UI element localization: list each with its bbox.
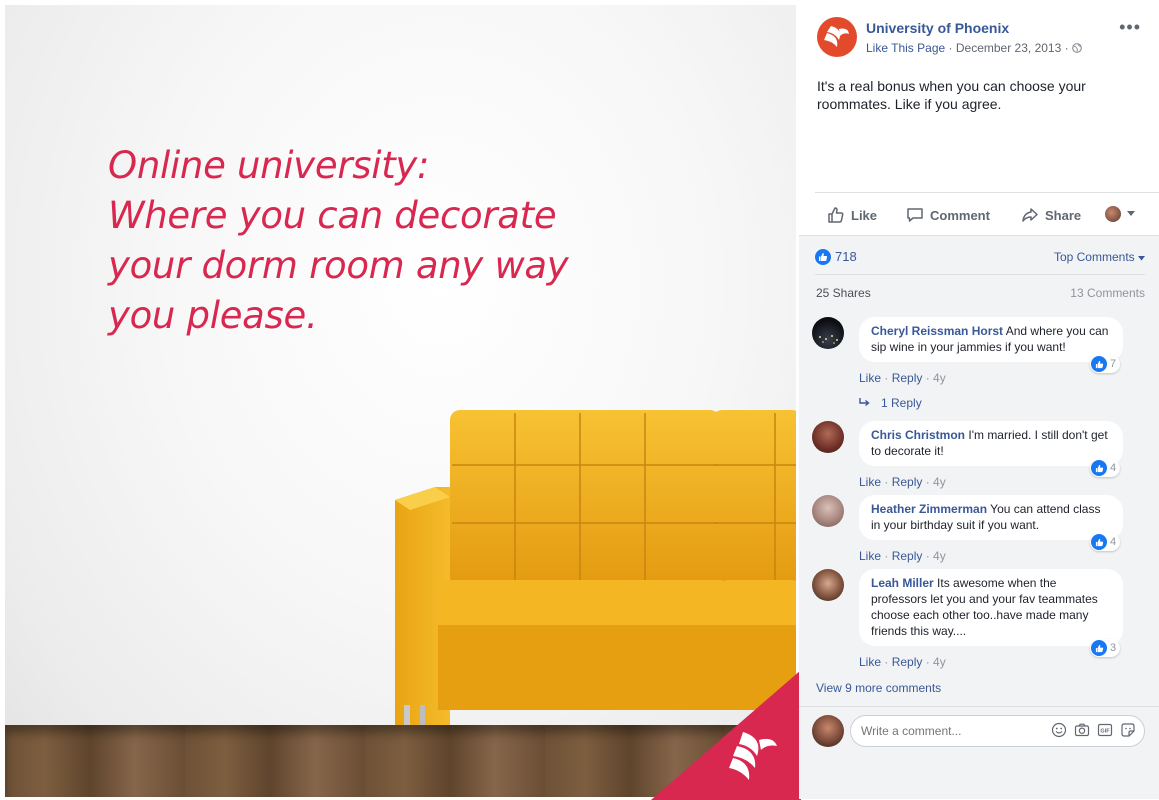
comment-bubble: Leah Miller Its awesome when the profess… xyxy=(859,569,1123,646)
comment-icon xyxy=(907,208,923,222)
thumbs-up-icon xyxy=(828,207,844,223)
comment-age: 4y xyxy=(933,549,946,563)
share-label: Share xyxy=(1045,207,1082,223)
comment-reactions[interactable]: 3 xyxy=(1090,639,1121,657)
comment-like-link[interactable]: Like xyxy=(859,371,881,385)
camera-icon[interactable] xyxy=(1074,722,1090,738)
share-button[interactable]: Share xyxy=(1021,206,1081,224)
comment-button[interactable]: Comment xyxy=(906,206,990,224)
page-name-link[interactable]: University of Phoenix xyxy=(866,20,1009,36)
reply-arrow-icon xyxy=(859,398,870,407)
meta-separator-2: · xyxy=(1064,41,1069,55)
comment-like-count: 3 xyxy=(1110,642,1117,654)
comment-reply-link[interactable]: Reply xyxy=(892,371,923,385)
post-meta: Like This Page · December 23, 2013 · xyxy=(866,41,1082,55)
caret-down-icon xyxy=(1127,211,1135,216)
avatar[interactable] xyxy=(812,715,844,747)
avatar[interactable] xyxy=(812,317,844,349)
svg-text:GIF: GIF xyxy=(1100,729,1110,735)
comment-bubble: Heather Zimmerman You can attend class i… xyxy=(859,495,1123,540)
caret-down-icon xyxy=(1138,256,1145,261)
headline-line-1: Online university: xyxy=(108,144,430,187)
reactions-summary: 718 Top Comments xyxy=(815,248,1145,270)
comments-section: 718 Top Comments 25 Shares 13 Comments C… xyxy=(799,235,1159,799)
divider xyxy=(815,274,1145,275)
headline-line-2: Where you can decorate xyxy=(108,194,557,237)
top-comments-dropdown[interactable]: Top Comments xyxy=(1054,250,1145,264)
post-date[interactable]: December 23, 2013 xyxy=(956,41,1061,55)
post-text: It's a real bonus when you can choose yo… xyxy=(817,78,1086,112)
view-replies-link[interactable]: 1 Reply xyxy=(859,396,922,410)
comment-meta: Like · Reply · 4y xyxy=(859,655,946,669)
comment-like-count: 4 xyxy=(1110,536,1117,548)
comment-meta: Like · Reply · 4y xyxy=(859,371,946,385)
like-reaction-icon xyxy=(1091,460,1107,476)
phoenix-logo-icon xyxy=(824,26,849,47)
gif-icon[interactable]: GIF xyxy=(1097,722,1113,738)
like-button[interactable]: Like xyxy=(827,206,877,224)
comment-like-count: 4 xyxy=(1110,462,1117,474)
page-avatar[interactable] xyxy=(817,17,857,57)
profile-avatar-small xyxy=(1105,206,1121,222)
comment-reply-link[interactable]: Reply xyxy=(892,475,923,489)
like-reaction-icon xyxy=(1091,534,1107,550)
like-reaction-icon xyxy=(815,248,831,265)
comment-reactions[interactable]: 7 xyxy=(1090,355,1121,373)
like-reaction-icon xyxy=(1091,640,1107,656)
action-bar: Like Comment Share xyxy=(815,192,1159,235)
comment-tools: GIF xyxy=(1051,722,1136,738)
top-comments-label: Top Comments xyxy=(1053,250,1135,264)
comment-like-link[interactable]: Like xyxy=(859,655,881,669)
comment-input-box[interactable]: GIF xyxy=(850,715,1145,747)
like-this-page-link[interactable]: Like This Page xyxy=(866,41,945,55)
replies-count: 1 Reply xyxy=(881,396,922,410)
comment-reactions[interactable]: 4 xyxy=(1090,533,1121,551)
comment-age: 4y xyxy=(933,475,946,489)
like-label: Like xyxy=(851,207,878,223)
avatar[interactable] xyxy=(812,421,844,453)
comment-age: 4y xyxy=(933,655,946,669)
meta-separator: · xyxy=(948,41,953,55)
comment-reply-link[interactable]: Reply xyxy=(892,655,923,669)
comment-like-link[interactable]: Like xyxy=(859,549,881,563)
comment-bubble: Chris Christmon I'm married. I still don… xyxy=(859,421,1123,466)
shares-count[interactable]: 25 Shares xyxy=(816,286,871,300)
image-headline: Online university: Where you can decorat… xyxy=(108,141,628,341)
headline-line-4: you please. xyxy=(108,294,318,337)
comment-author[interactable]: Heather Zimmerman xyxy=(871,502,987,516)
headline-line-3: your dorm room any way xyxy=(108,244,569,287)
comment-input[interactable] xyxy=(861,724,1041,738)
comment-author[interactable]: Chris Christmon xyxy=(871,428,965,442)
view-more-comments-link[interactable]: View 9 more comments xyxy=(816,681,941,695)
more-options-icon[interactable]: ••• xyxy=(1119,17,1141,38)
avatar[interactable] xyxy=(812,569,844,601)
globe-icon xyxy=(1072,43,1082,53)
comment-reactions[interactable]: 4 xyxy=(1090,459,1121,477)
comment-reply-link[interactable]: Reply xyxy=(892,549,923,563)
comment-author[interactable]: Cheryl Reissman Horst xyxy=(871,324,1003,338)
post-panel: University of Phoenix Like This Page · D… xyxy=(799,5,1159,799)
like-reaction-icon xyxy=(1091,356,1107,372)
avatar-image xyxy=(819,335,838,344)
write-comment-area: GIF xyxy=(799,706,1159,799)
comment-meta: Like · Reply · 4y xyxy=(859,475,946,489)
comments-count[interactable]: 13 Comments xyxy=(1070,286,1145,300)
comment-like-count: 7 xyxy=(1110,358,1117,370)
brand-corner-logo xyxy=(651,670,801,800)
comment-bubble: Cheryl Reissman Horst And where you can … xyxy=(859,317,1123,362)
comment-label: Comment xyxy=(930,207,990,223)
sticker-icon[interactable] xyxy=(1120,722,1136,738)
comment-meta: Like · Reply · 4y xyxy=(859,549,946,563)
reaction-count[interactable]: 718 xyxy=(835,249,857,264)
comment-author[interactable]: Leah Miller xyxy=(871,576,934,590)
comment-like-link[interactable]: Like xyxy=(859,475,881,489)
comment-age: 4y xyxy=(933,371,946,385)
emoji-icon[interactable] xyxy=(1051,722,1067,738)
post-as-selector[interactable] xyxy=(1105,206,1135,222)
post-header: University of Phoenix Like This Page · D… xyxy=(817,17,1149,61)
avatar[interactable] xyxy=(812,495,844,527)
share-icon xyxy=(1022,208,1038,222)
